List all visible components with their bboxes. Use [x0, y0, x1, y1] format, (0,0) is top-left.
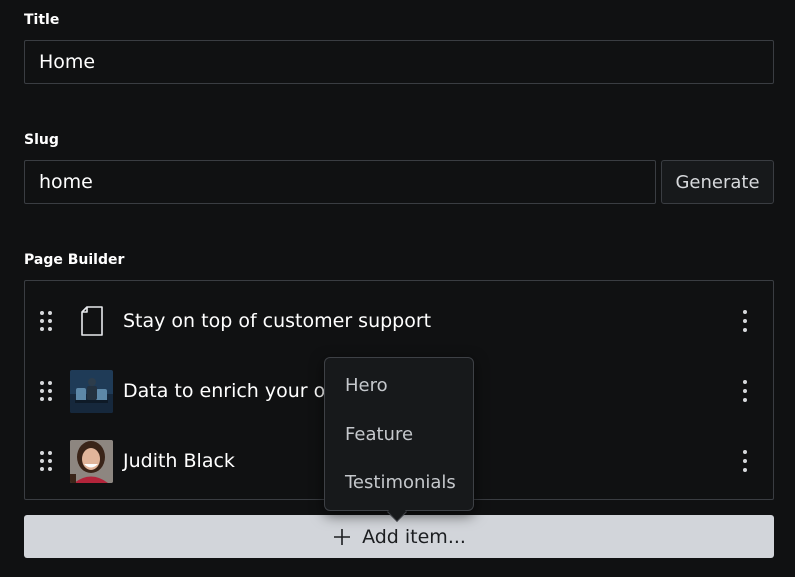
page-builder-label: Page Builder — [24, 252, 125, 268]
add-item-menu: Hero Feature Testimonials — [324, 357, 474, 511]
slug-input[interactable]: home — [24, 160, 656, 204]
title-input-value: Home — [39, 51, 96, 73]
list-item-title: Stay on top of customer support — [123, 310, 432, 332]
title-input[interactable]: Home — [24, 40, 774, 84]
add-item-button[interactable]: Add item... — [24, 515, 774, 558]
image-thumbnail — [70, 369, 113, 413]
slug-label: Slug — [24, 132, 59, 148]
list-item-title: Data to enrich your onl — [123, 380, 343, 402]
list-item-title: Judith Black — [123, 450, 235, 472]
menu-item-feature[interactable]: Feature — [345, 424, 413, 445]
plus-icon — [334, 528, 351, 545]
menu-item-testimonials[interactable]: Testimonials — [345, 472, 456, 493]
title-label: Title — [24, 12, 60, 28]
list-item[interactable]: Stay on top of customer support — [25, 291, 773, 351]
generate-button[interactable]: Generate — [661, 160, 774, 204]
avatar — [70, 439, 113, 483]
more-options-icon[interactable] — [740, 380, 750, 402]
more-options-icon[interactable] — [740, 310, 750, 332]
add-item-label: Add item... — [362, 525, 466, 548]
slug-input-value: home — [39, 171, 93, 193]
drag-handle-icon[interactable] — [40, 381, 52, 401]
drag-handle-icon[interactable] — [40, 451, 52, 471]
menu-item-hero[interactable]: Hero — [345, 375, 388, 396]
drag-handle-icon[interactable] — [40, 311, 52, 331]
more-options-icon[interactable] — [740, 450, 750, 472]
document-icon — [81, 306, 103, 336]
